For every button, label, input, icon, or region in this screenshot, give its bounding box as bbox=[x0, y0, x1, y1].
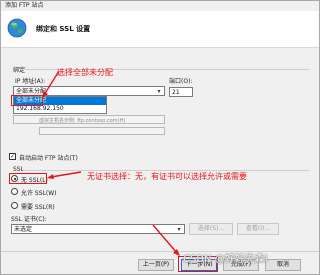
ip-option-address[interactable]: 192.168.92.150 bbox=[14, 105, 106, 113]
port-input[interactable]: 21 bbox=[169, 87, 193, 97]
host-name-hint: 虚拟主机名示例: ftp.contoso.com(H) bbox=[39, 118, 126, 124]
select-certificate-button[interactable]: 选择(S)... bbox=[189, 223, 233, 235]
chevron-down-icon[interactable]: ▾ bbox=[155, 87, 163, 96]
ssl-annotation-text: 无证书选择：无，有证书可以选择允许或需要 bbox=[87, 172, 247, 181]
cancel-button[interactable]: 取消 bbox=[265, 259, 301, 271]
require-ssl-radio[interactable] bbox=[11, 202, 18, 209]
globe-icon bbox=[7, 18, 27, 38]
dialog-header: 绑定和 SSL 设置 bbox=[1, 11, 319, 48]
ssl-certificate-value: 未选定 bbox=[14, 226, 33, 233]
next-annotation-arrow bbox=[152, 224, 180, 256]
add-ftp-site-dialog: 添加 FTP 站点 绑定和 SSL 设置 绑定 IP 地址(A): 端口(O):… bbox=[0, 0, 320, 275]
allow-ssl-radio[interactable] bbox=[11, 188, 18, 195]
ssl-annotation-arrow bbox=[47, 171, 82, 179]
previous-button[interactable]: 上一页(P) bbox=[138, 259, 174, 271]
page-title: 绑定和 SSL 设置 bbox=[36, 25, 91, 33]
host-name-field[interactable] bbox=[39, 127, 165, 135]
view-certificate-button[interactable]: 查看(I)... bbox=[237, 223, 279, 235]
watermark: CSDN @好好先森i bbox=[183, 254, 268, 265]
allow-ssl-label: 允许 SSL(W) bbox=[21, 190, 57, 197]
port-label: 端口(O): bbox=[169, 78, 193, 85]
binding-group-title: 绑定 bbox=[13, 67, 26, 74]
ip-annotation-text: 选择全部未分配 bbox=[57, 68, 113, 77]
ssl-annotation-box bbox=[9, 173, 47, 184]
ssl-certificate-label: SSL 证书(C): bbox=[11, 216, 47, 223]
ip-annotation-box bbox=[11, 95, 43, 106]
auto-start-checkbox[interactable]: ✓ bbox=[9, 153, 16, 160]
window-title: 添加 FTP 站点 bbox=[5, 2, 44, 9]
auto-start-label: 自动启动 FTP 站点(T) bbox=[19, 155, 78, 162]
require-ssl-label: 需要 SSL(R) bbox=[21, 204, 55, 211]
